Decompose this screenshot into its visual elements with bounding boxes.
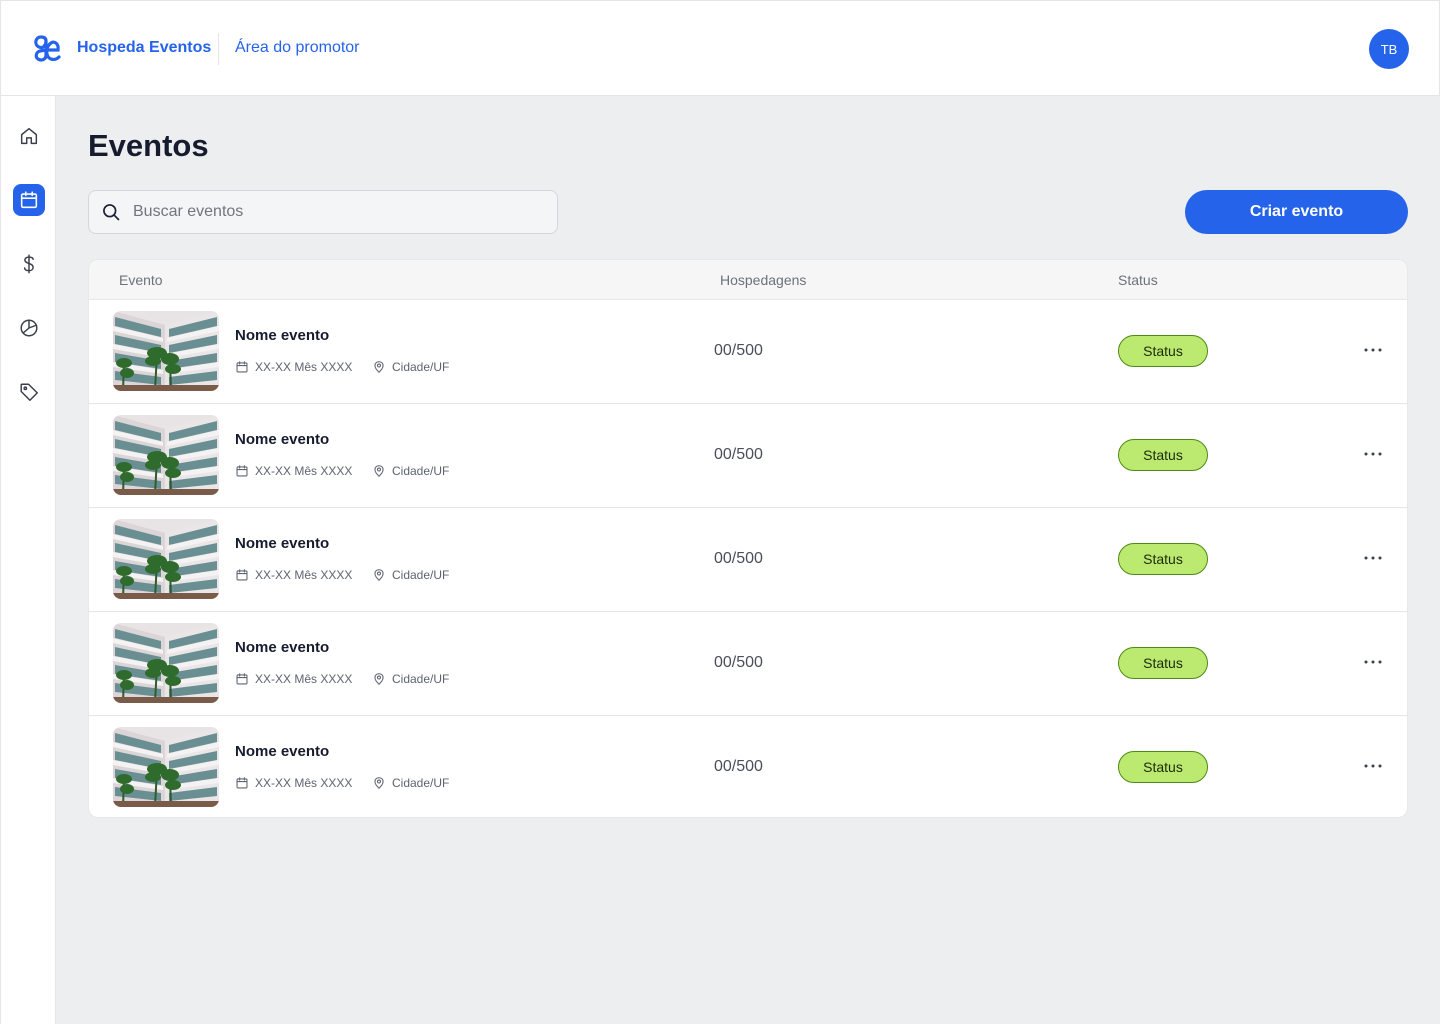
sidebar	[0, 96, 56, 1024]
home-icon	[20, 127, 38, 145]
event-name[interactable]: Nome evento	[235, 743, 329, 760]
calendar-icon	[236, 777, 248, 789]
search-icon	[103, 204, 120, 221]
event-location: Cidade/UF	[372, 776, 449, 790]
more-horizontal-icon	[1364, 660, 1382, 664]
sidebar-item-tags[interactable]	[13, 376, 45, 408]
sidebar-item-reports[interactable]	[13, 312, 45, 344]
more-options-button[interactable]	[1359, 440, 1387, 468]
event-date: XX-XX Mês XXXX	[235, 776, 352, 790]
tag-icon	[20, 383, 38, 401]
sidebar-item-home[interactable]	[13, 120, 45, 152]
event-date: XX-XX Mês XXXX	[235, 360, 352, 374]
calendar-icon	[236, 465, 248, 477]
status-badge: Status	[1118, 335, 1208, 367]
table-header: Evento Hospedagens Status	[89, 260, 1407, 300]
table-row[interactable]: Nome evento XX-XX Mês XXXX Cidade/UF 00/…	[89, 508, 1407, 612]
area-label: Área do promotor	[235, 39, 360, 56]
status-badge: Status	[1118, 647, 1208, 679]
lodging-count: 00/500	[714, 758, 763, 775]
event-location-text: Cidade/UF	[392, 360, 450, 374]
event-date-text: XX-XX Mês XXXX	[255, 464, 353, 478]
top-bar: Hospeda Eventos Área do promotor TB	[0, 0, 1440, 96]
event-thumbnail[interactable]	[113, 519, 219, 599]
event-date: XX-XX Mês XXXX	[235, 672, 352, 686]
more-horizontal-icon	[1364, 764, 1382, 768]
more-options-button[interactable]	[1359, 752, 1387, 780]
lodging-count: 00/500	[714, 550, 763, 567]
more-horizontal-icon	[1364, 348, 1382, 352]
event-thumbnail[interactable]	[113, 311, 219, 391]
event-location-text: Cidade/UF	[392, 672, 450, 686]
table-row[interactable]: Nome evento XX-XX Mês XXXX Cidade/UF 00/…	[89, 300, 1407, 404]
event-location-text: Cidade/UF	[392, 568, 450, 582]
dollar-icon	[23, 254, 34, 274]
hotel-building-image	[113, 727, 219, 807]
event-date-text: XX-XX Mês XXXX	[255, 672, 353, 686]
sidebar-item-finance[interactable]	[13, 248, 45, 280]
lodging-count: 00/500	[714, 446, 763, 463]
event-location: Cidade/UF	[372, 672, 449, 686]
lodging-count: 00/500	[714, 654, 763, 671]
hotel-building-image	[113, 311, 219, 391]
table-row[interactable]: Nome evento XX-XX Mês XXXX Cidade/UF 00/…	[89, 612, 1407, 716]
table-row[interactable]: Nome evento XX-XX Mês XXXX Cidade/UF 00/…	[89, 404, 1407, 508]
event-thumbnail[interactable]	[113, 727, 219, 807]
event-date-text: XX-XX Mês XXXX	[255, 360, 353, 374]
location-pin-icon	[374, 673, 384, 685]
search-box[interactable]	[88, 190, 558, 234]
more-horizontal-icon	[1364, 556, 1382, 560]
event-location-text: Cidade/UF	[392, 464, 450, 478]
calendar-icon	[236, 673, 248, 685]
create-event-button[interactable]: Criar evento	[1185, 190, 1408, 234]
more-options-button[interactable]	[1359, 544, 1387, 572]
avatar[interactable]: TB	[1369, 29, 1409, 69]
event-name[interactable]: Nome evento	[235, 535, 329, 552]
event-location: Cidade/UF	[372, 568, 449, 582]
brand-name[interactable]: Hospeda Eventos	[77, 39, 211, 57]
more-options-button[interactable]	[1359, 648, 1387, 676]
hotel-building-image	[113, 415, 219, 495]
location-pin-icon	[374, 361, 384, 373]
location-pin-icon	[374, 569, 384, 581]
hotel-building-image	[113, 623, 219, 703]
status-badge: Status	[1118, 439, 1208, 471]
column-header-status[interactable]: Status	[1118, 272, 1158, 288]
event-name[interactable]: Nome evento	[235, 639, 329, 656]
calendar-icon	[20, 191, 38, 209]
event-date-text: XX-XX Mês XXXX	[255, 568, 353, 582]
column-header-lodging[interactable]: Hospedagens	[720, 272, 806, 288]
event-location-text: Cidade/UF	[392, 776, 450, 790]
pie-chart-icon	[20, 319, 38, 337]
more-horizontal-icon	[1364, 452, 1382, 456]
header-divider	[218, 33, 219, 65]
event-thumbnail[interactable]	[113, 623, 219, 703]
more-options-button[interactable]	[1359, 336, 1387, 364]
hotel-building-image	[113, 519, 219, 599]
event-date: XX-XX Mês XXXX	[235, 568, 352, 582]
calendar-icon	[236, 569, 248, 581]
lodging-count: 00/500	[714, 342, 763, 359]
location-pin-icon	[374, 777, 384, 789]
event-location: Cidade/UF	[372, 464, 449, 478]
events-table: Evento Hospedagens Status Nome evento XX…	[88, 259, 1408, 818]
location-pin-icon	[374, 465, 384, 477]
event-date-text: XX-XX Mês XXXX	[255, 776, 353, 790]
page-title: Eventos	[88, 128, 209, 163]
status-badge: Status	[1118, 751, 1208, 783]
event-thumbnail[interactable]	[113, 415, 219, 495]
column-header-event[interactable]: Evento	[119, 272, 163, 288]
event-name[interactable]: Nome evento	[235, 431, 329, 448]
search-input[interactable]	[133, 203, 533, 221]
status-badge: Status	[1118, 543, 1208, 575]
ae-logo-icon[interactable]	[31, 33, 63, 65]
event-name[interactable]: Nome evento	[235, 327, 329, 344]
calendar-icon	[236, 361, 248, 373]
event-location: Cidade/UF	[372, 360, 449, 374]
sidebar-item-events[interactable]	[13, 184, 45, 216]
event-date: XX-XX Mês XXXX	[235, 464, 352, 478]
table-row[interactable]: Nome evento XX-XX Mês XXXX Cidade/UF 00/…	[89, 716, 1407, 817]
